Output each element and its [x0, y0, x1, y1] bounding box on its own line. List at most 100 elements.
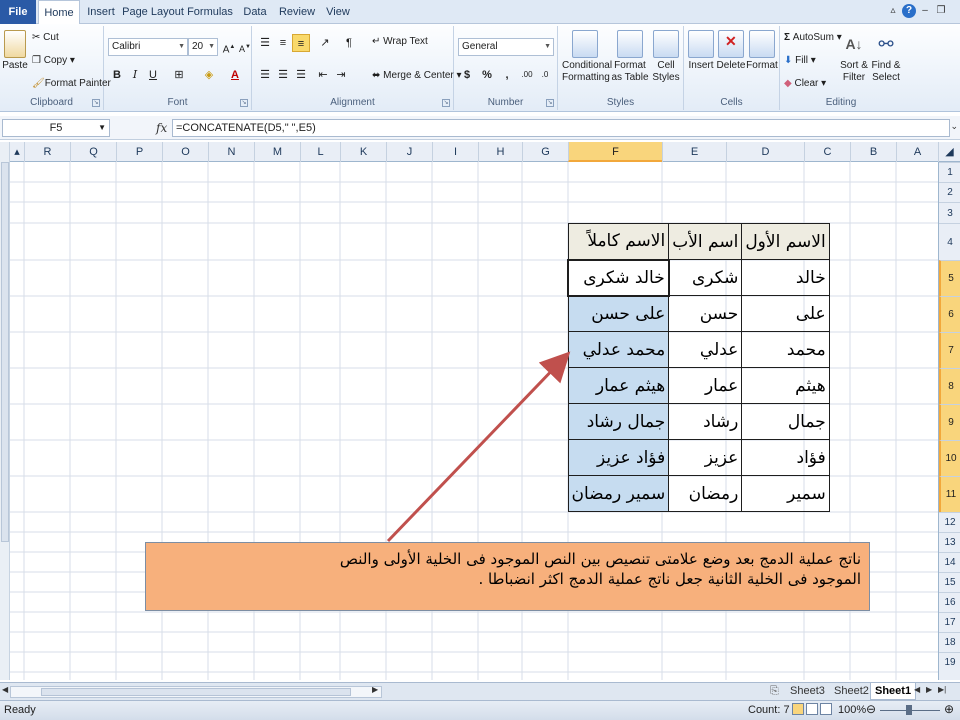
row-header-8[interactable]: 8 [939, 368, 960, 404]
row-header-9[interactable]: 9 [939, 404, 960, 440]
father-name-cell[interactable]: عمار [668, 367, 743, 404]
father-name-cell[interactable]: رمضان [668, 475, 743, 512]
fill-color-icon[interactable]: ◈ [200, 66, 218, 84]
normal-view-icon[interactable] [792, 703, 804, 715]
hscroll-left-icon[interactable]: ◀ [2, 685, 8, 694]
collapse-ribbon-icon[interactable]: ▵ [886, 4, 900, 18]
borders-icon[interactable]: ⊞ [170, 66, 188, 84]
first-name-cell[interactable]: هيثم [741, 367, 830, 404]
minimize-icon[interactable]: – [918, 4, 932, 18]
insert-sheet-icon[interactable]: ⎘ [766, 683, 783, 700]
font-size-combo[interactable]: 20 ▼ [188, 38, 218, 56]
row-header-17[interactable]: 17 [939, 612, 960, 632]
tab-page-layout[interactable]: Page Layout [122, 0, 184, 24]
tab-file[interactable]: File [0, 0, 36, 24]
rtl-icon[interactable]: ¶ [340, 34, 358, 52]
first-sheet-icon[interactable]: ◀ [914, 685, 920, 694]
select-all-corner[interactable]: ◢ [938, 142, 960, 162]
copy-button[interactable]: ❐ Copy ▾ [32, 55, 75, 66]
zoom-out-icon[interactable]: ⊖ [866, 702, 876, 716]
full-name-cell[interactable]: فؤاد عزيز [567, 439, 670, 476]
number-format-combo[interactable]: General ▼ [458, 38, 554, 56]
number-launcher-icon[interactable]: ↘ [546, 99, 554, 107]
full-name-cell-active[interactable]: خالد شكرى [567, 258, 670, 297]
row-header-4[interactable]: 4 [939, 223, 960, 260]
tab-formulas[interactable]: Formulas [186, 0, 234, 24]
tab-insert[interactable]: Insert [82, 0, 120, 24]
currency-button[interactable]: $ [458, 66, 476, 84]
row-header-1[interactable]: 1 [939, 162, 960, 182]
column-header-h[interactable]: H [478, 142, 522, 162]
row-header-19[interactable]: 19 [939, 652, 960, 672]
vertical-scroll-thumb[interactable] [1, 162, 9, 542]
horizontal-scrollbar[interactable] [10, 686, 382, 698]
column-header-m[interactable]: M [254, 142, 300, 162]
column-header-p[interactable]: P [116, 142, 162, 162]
insert-cells-button[interactable]: Insert [686, 30, 716, 72]
column-header-a[interactable]: A [896, 142, 938, 162]
column-header-r[interactable]: R [24, 142, 70, 162]
row-header-13[interactable]: 13 [939, 532, 960, 552]
expand-formula-bar-icon[interactable]: ⌄ [950, 121, 958, 132]
cell-styles-button[interactable]: Cell Styles [650, 30, 682, 84]
page-layout-view-icon[interactable] [806, 703, 818, 715]
zoom-in-icon[interactable]: ⊕ [944, 702, 954, 716]
autosum-button[interactable]: Σ AutoSum ▾ [784, 32, 842, 43]
comma-button[interactable]: , [498, 66, 516, 84]
header-full-name[interactable]: الاسم كاملاً [567, 223, 670, 260]
restore-icon[interactable]: ❐ [934, 4, 948, 18]
decrease-decimal-icon[interactable]: .0 [536, 66, 554, 84]
clear-button[interactable]: ◆ Clear ▾ [784, 78, 826, 89]
font-name-combo[interactable]: Calibri ▼ [108, 38, 188, 56]
decrease-indent-icon[interactable]: ⇤ [314, 66, 332, 84]
column-header-e[interactable]: E [662, 142, 726, 162]
column-header-f[interactable]: F [568, 142, 662, 162]
column-header-c[interactable]: C [804, 142, 850, 162]
conditional-formatting-button[interactable]: Conditional Formatting [562, 30, 612, 84]
cut-button[interactable]: ✂ Cut [32, 32, 59, 43]
row-header-15[interactable]: 15 [939, 572, 960, 592]
zoom-slider-thumb[interactable] [906, 705, 912, 715]
tab-review[interactable]: Review [276, 0, 318, 24]
align-left-icon[interactable]: ☰ [256, 66, 274, 84]
full-name-cell[interactable]: محمد عدلي [567, 331, 670, 368]
underline-button[interactable]: U [144, 66, 162, 84]
header-first-name[interactable]: الاسم الأول [741, 223, 830, 260]
delete-cells-button[interactable]: ✕ Delete [716, 30, 746, 72]
first-name-cell[interactable]: سمير [741, 475, 830, 512]
align-bottom-icon[interactable]: ≡ [292, 34, 310, 52]
father-name-cell[interactable]: رشاد [668, 403, 743, 440]
column-header-g[interactable]: G [522, 142, 568, 162]
column-header-i[interactable]: I [432, 142, 478, 162]
align-middle-icon[interactable]: ≡ [274, 34, 292, 52]
column-header-n[interactable]: N [208, 142, 254, 162]
font-color-icon[interactable]: A [226, 66, 244, 84]
column-header-q[interactable]: Q [70, 142, 116, 162]
column-header-l[interactable]: L [300, 142, 340, 162]
first-name-cell[interactable]: فؤاد [741, 439, 830, 476]
italic-button[interactable]: I [126, 66, 144, 84]
full-name-cell[interactable]: هيثم عمار [567, 367, 670, 404]
first-name-cell[interactable]: محمد [741, 331, 830, 368]
horizontal-scroll-thumb[interactable] [41, 688, 351, 696]
page-break-view-icon[interactable] [820, 703, 832, 715]
format-cells-button[interactable]: Format [746, 30, 778, 72]
full-name-cell[interactable]: على حسن [567, 295, 670, 332]
orientation-icon[interactable]: ↗ [316, 34, 334, 52]
merge-center-button[interactable]: ⬌ Merge & Center ▾ [372, 70, 462, 81]
bold-button[interactable]: B [108, 66, 126, 84]
increase-decimal-icon[interactable]: .00 [518, 66, 536, 84]
vertical-scrollbar[interactable] [0, 142, 10, 680]
row-header-6[interactable]: 6 [939, 296, 960, 332]
first-name-cell[interactable]: جمال [741, 403, 830, 440]
row-header-18[interactable]: 18 [939, 632, 960, 652]
sheet-tab-3[interactable]: Sheet3 [786, 683, 829, 700]
tab-home[interactable]: Home [38, 0, 80, 25]
last-sheet-icon[interactable]: ▶| [938, 685, 946, 694]
name-box[interactable]: F5 ▼ [2, 119, 110, 137]
wrap-text-button[interactable]: ↵ Wrap Text [372, 36, 428, 47]
paste-button[interactable]: Paste [2, 30, 28, 72]
format-as-table-button[interactable]: Format as Table [610, 30, 650, 84]
alignment-launcher-icon[interactable]: ↘ [442, 99, 450, 107]
column-header-k[interactable]: K [340, 142, 386, 162]
